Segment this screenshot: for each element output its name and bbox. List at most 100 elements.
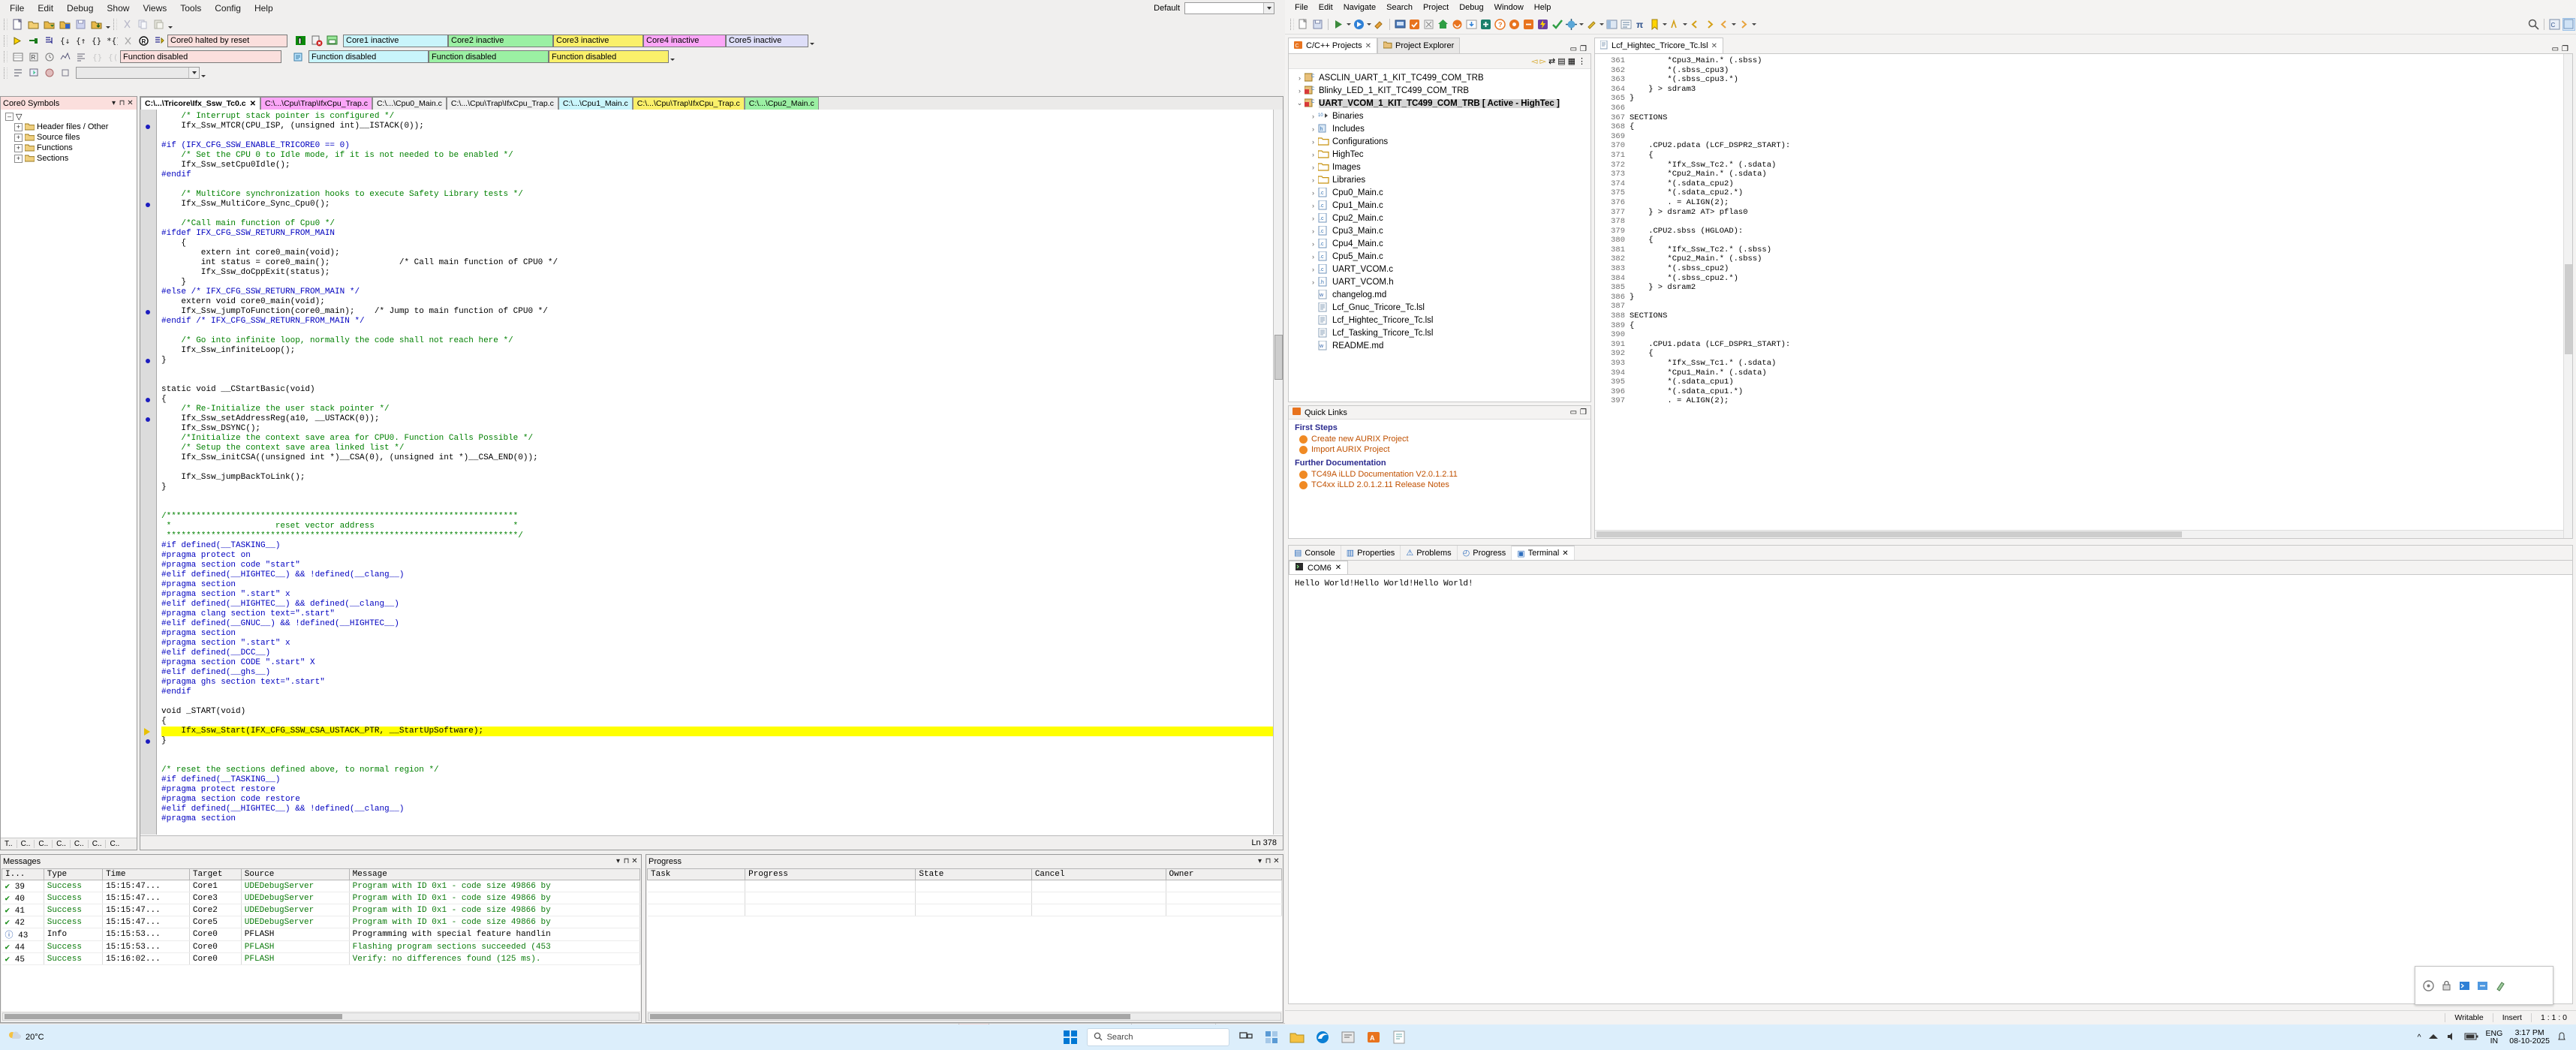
save-icon[interactable] [74, 17, 88, 32]
editor-tab[interactable]: C:\...\Cpu2_Main.c [744, 97, 819, 110]
breakpoint-marker[interactable] [146, 398, 150, 402]
function-toolbar-overflow[interactable] [669, 50, 676, 63]
symbols-item-source-files[interactable]: + Source files [2, 132, 137, 143]
open-perspective-icon[interactable] [1605, 18, 1618, 31]
console-tab[interactable]: ◴ Progress [1458, 546, 1512, 560]
expand-icon[interactable]: + [14, 143, 23, 152]
save-icon[interactable] [1311, 18, 1324, 31]
chevron-right-icon[interactable]: › [1308, 125, 1318, 133]
table-row[interactable]: ✔ 40 Success 15:15:47... Core3 UDEDebugServe… [2, 892, 640, 904]
table-row[interactable]: ✔ 41 Success 15:15:47... Core2 UDEDebugServe… [2, 904, 640, 916]
symbols-item-functions[interactable]: + Functions [2, 143, 137, 153]
lsl-vscroll-thumb[interactable] [2565, 264, 2572, 354]
toolbar-grip-edit[interactable] [113, 19, 117, 30]
notepad-taskbar-icon[interactable] [1390, 1028, 1408, 1046]
back-nav-icon[interactable] [1689, 18, 1702, 31]
column-header[interactable]: Cancel [1031, 868, 1166, 880]
close-icon[interactable]: ✕ [1335, 564, 1341, 572]
maximize-icon[interactable]: ❐ [1580, 45, 1587, 53]
editor-tab[interactable]: C:\...\Cpu1_Main.c [558, 97, 633, 110]
core4-status-chip[interactable]: Core4 inactive [643, 34, 726, 47]
core3-function-chip[interactable]: Function disabled [549, 50, 669, 63]
search-tools-dropdown-icon[interactable] [1599, 18, 1605, 31]
marker-dropdown-icon[interactable] [1682, 18, 1688, 31]
core-toolbar-overflow[interactable] [808, 35, 815, 47]
step-return-icon[interactable]: {} [89, 34, 104, 48]
column-header[interactable]: Source [240, 868, 350, 880]
menu-file[interactable]: File [3, 2, 31, 15]
column-header[interactable]: Time [102, 868, 190, 880]
chevron-right-icon[interactable]: › [1308, 202, 1318, 209]
progress-table[interactable]: Task Progress State Cancel Owner [647, 868, 1282, 916]
halt-all-cores-icon[interactable] [293, 34, 308, 48]
explorer-item[interactable]: Lcf_Gnuc_Tricore_Tc.lsl [1292, 301, 1590, 314]
chevron-right-icon[interactable]: › [1308, 176, 1318, 184]
quick-access-search-icon[interactable] [2527, 18, 2540, 31]
breakpoint-marker[interactable] [146, 739, 150, 744]
external-tools-icon[interactable] [1373, 18, 1386, 31]
column-header[interactable]: Type [43, 868, 104, 880]
task-view-icon[interactable] [1237, 1028, 1255, 1046]
core5-status-chip[interactable]: Core5 inactive [726, 34, 808, 47]
terminal-tab-com6[interactable]: COM6 ✕ [1289, 561, 1349, 574]
column-header[interactable]: Task [647, 868, 746, 880]
ads-menu-project[interactable]: Project [1418, 2, 1454, 14]
remove-breakpoints-icon[interactable] [309, 34, 324, 48]
back-dropdown-icon[interactable] [1731, 18, 1737, 31]
tab-cpp-projects[interactable]: C C/C++ Projects ✕ [1288, 38, 1377, 53]
quick-link[interactable]: TC4xx iLLD 2.0.1.2.11 Release Notes [1289, 480, 1590, 490]
maximize-icon[interactable]: ❐ [1580, 408, 1587, 417]
chevron-right-icon[interactable]: › [1308, 151, 1318, 158]
minimize-icon[interactable]: ▭ [2552, 45, 2559, 53]
column-header[interactable]: Message [348, 868, 640, 880]
breakpoint-marker[interactable] [146, 310, 150, 314]
editor-tab[interactable]: C:\...\Tricore\Ifx_Ssw_Tc0.c ✕ [140, 97, 261, 110]
back-icon[interactable]: ◅ [1531, 56, 1537, 66]
tab-lsl-file[interactable]: Lcf_Hightec_Tricore_Tc.lsl ✕ [1594, 38, 1723, 53]
forward-nav-icon[interactable] [1703, 18, 1716, 31]
link-with-editor-icon[interactable]: ⇄ [1548, 56, 1555, 66]
progress-pin-icon[interactable]: ⊓ [1264, 857, 1272, 865]
run-dropdown-icon[interactable] [1366, 18, 1372, 31]
debug-window-icon[interactable] [325, 34, 339, 48]
ads-menu-navigate[interactable]: Navigate [1338, 2, 1381, 14]
core2-function-chip[interactable]: Function disabled [429, 50, 549, 63]
close-icon[interactable]: ✕ [250, 100, 256, 108]
run-icon[interactable] [1353, 18, 1365, 31]
ads-taskbar-icon[interactable]: A [1365, 1028, 1383, 1046]
forward-icon[interactable] [1738, 18, 1750, 31]
editor-gutter[interactable] [140, 110, 157, 835]
console-tab[interactable]: ▤ Console [1289, 546, 1341, 560]
table-row[interactable]: ✔ 44 Success 15:15:53... Core0 PFLASH Flashin… [2, 940, 640, 953]
editor-tab[interactable]: C:\...\Cpu0_Main.c [372, 97, 447, 110]
widgets-icon[interactable] [1262, 1028, 1280, 1046]
explorer-item-list[interactable]: › C ASCLIN_UART_1_KIT_TC499_COM_TRB › C Blink… [1289, 69, 1590, 352]
explorer-item[interactable]: w README.md [1292, 339, 1590, 352]
chevron-down-icon[interactable]: ⌄ [1295, 99, 1305, 107]
debug-dropdown-icon[interactable] [1346, 18, 1352, 31]
expand-icon[interactable]: + [14, 122, 23, 131]
close-icon[interactable]: ✕ [1562, 549, 1568, 558]
messages-hscrollbar[interactable] [2, 1012, 639, 1021]
quick-link[interactable]: Import AURIX Project [1289, 444, 1590, 455]
debug-icon[interactable] [1332, 18, 1345, 31]
tab-project-explorer[interactable]: Project Explorer [1377, 38, 1461, 53]
config-selector-dropdown[interactable] [1184, 2, 1274, 14]
view-memory-icon[interactable] [11, 50, 25, 64]
progress-hscrollbar[interactable] [648, 1012, 1281, 1021]
column-header[interactable]: Progress [745, 868, 916, 880]
expand-icon[interactable]: + [14, 154, 23, 163]
symbols-close-icon[interactable]: ✕ [126, 99, 134, 107]
core0-function-chip[interactable]: Function disabled [120, 50, 281, 63]
messages-table[interactable]: I... Type Time Target Source Message ✔ 39 Succ… [2, 868, 640, 965]
clean-icon[interactable] [1422, 18, 1435, 31]
symbols-tab-c3[interactable]: C.. [71, 840, 89, 848]
start-button[interactable] [1061, 1028, 1079, 1046]
forward-icon[interactable]: ▻ [1540, 56, 1546, 66]
chevron-right-icon[interactable]: › [1308, 227, 1318, 235]
open-file-icon[interactable] [26, 17, 41, 32]
serial-settings-icon[interactable] [2422, 979, 2435, 992]
new-project-icon[interactable] [1479, 18, 1492, 31]
refresh-icon[interactable] [1451, 18, 1464, 31]
reset-and-run-icon[interactable] [152, 34, 167, 48]
